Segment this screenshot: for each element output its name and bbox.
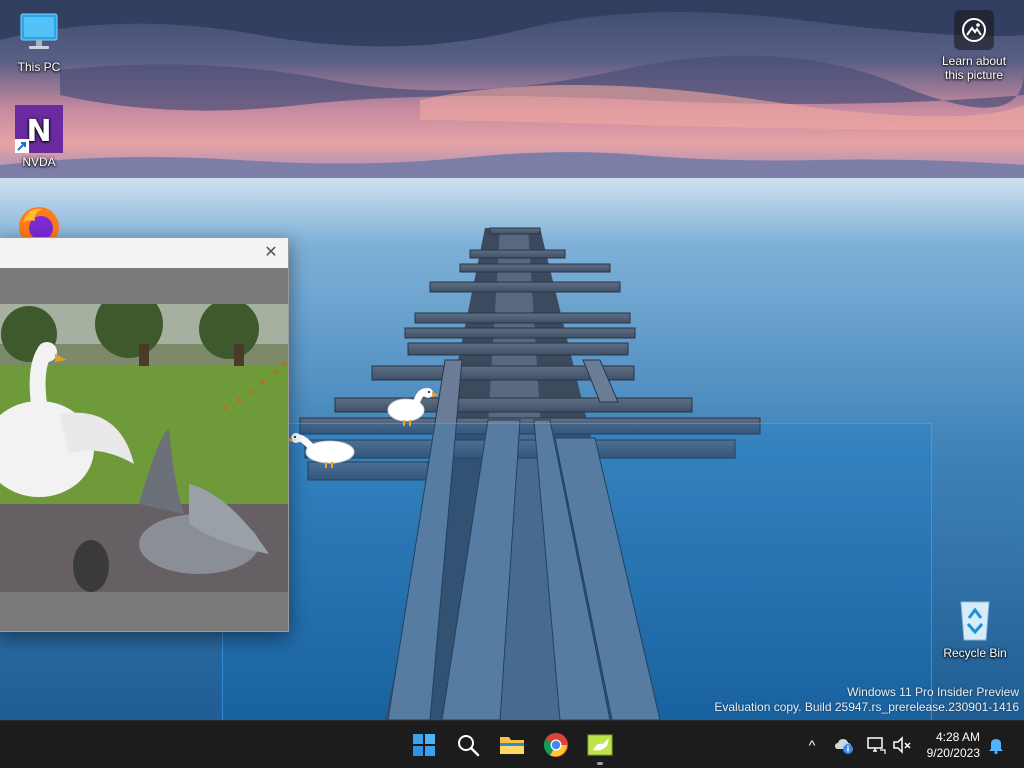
volume-tray-button[interactable] bbox=[892, 735, 912, 755]
windows-start-icon bbox=[413, 734, 435, 756]
learn-about-picture-label: Learn about this picture bbox=[941, 54, 1007, 82]
this-pc-icon bbox=[15, 10, 63, 58]
desktop-icon-recycle-bin[interactable]: Recycle Bin bbox=[937, 596, 1013, 660]
goose-on-pier-left bbox=[286, 433, 355, 468]
nvda-icon: N bbox=[15, 105, 63, 153]
desktop-icon-this-pc[interactable]: This PC bbox=[1, 10, 77, 74]
chevron-up-icon: ^ bbox=[808, 737, 816, 753]
desktop-icon-nvda[interactable]: N NVDA bbox=[1, 105, 77, 169]
bell-icon bbox=[989, 739, 1003, 754]
search-icon bbox=[458, 735, 480, 757]
recycle-bin-icon bbox=[951, 596, 999, 644]
close-icon: ✕ bbox=[264, 244, 278, 261]
goose-app-icon bbox=[587, 734, 613, 756]
recycle-bin-label: Recycle Bin bbox=[943, 646, 1007, 660]
onedrive-tray-button[interactable] bbox=[834, 735, 854, 755]
watermark-line-1: Windows 11 Pro Insider Preview bbox=[847, 685, 1019, 699]
file-explorer-icon bbox=[500, 737, 524, 754]
file-explorer-button[interactable] bbox=[496, 729, 528, 761]
nvda-label: NVDA bbox=[22, 155, 56, 169]
windows-watermark: Windows 11 Pro Insider Preview Evaluatio… bbox=[714, 685, 1019, 715]
desktop[interactable]: This PC N NVDA Recycle Bin Learn about t… bbox=[0, 0, 1024, 720]
this-pc-label: This PC bbox=[17, 60, 61, 74]
learn-about-picture-button[interactable]: Learn about this picture bbox=[932, 10, 1016, 82]
chrome-button[interactable] bbox=[540, 729, 572, 761]
network-icon bbox=[867, 737, 886, 754]
search-button[interactable] bbox=[452, 729, 484, 761]
start-button[interactable] bbox=[408, 729, 440, 761]
watermark-line-2: Evaluation copy. Build 25947.rs_prerelea… bbox=[714, 700, 1019, 714]
clock-time: 4:28 AM bbox=[935, 730, 980, 744]
notifications-button[interactable] bbox=[986, 735, 1006, 755]
close-button[interactable]: ✕ bbox=[262, 244, 280, 262]
svg-text:N: N bbox=[26, 114, 51, 149]
network-tray-button[interactable] bbox=[866, 735, 886, 755]
camera-icon bbox=[954, 10, 994, 50]
goose-video-frame bbox=[0, 304, 288, 592]
chrome-icon bbox=[543, 733, 568, 757]
cloud-info-icon bbox=[835, 739, 853, 754]
goose-on-pier-right bbox=[387, 388, 439, 426]
video-window-titlebar[interactable]: ✕ bbox=[0, 238, 288, 268]
clock-date: 9/20/2023 bbox=[926, 746, 980, 760]
show-hidden-icons-button[interactable]: ^ bbox=[802, 735, 822, 755]
speaker-muted-icon bbox=[893, 736, 911, 754]
clock[interactable]: 4:28 AM 9/20/2023 bbox=[927, 729, 980, 761]
taskbar: ^ 4:28 AM 9/20/2023 bbox=[0, 720, 1024, 768]
goose-video-image bbox=[0, 304, 288, 592]
video-window[interactable]: ✕ bbox=[0, 237, 289, 632]
goose-app-button[interactable] bbox=[584, 729, 616, 765]
